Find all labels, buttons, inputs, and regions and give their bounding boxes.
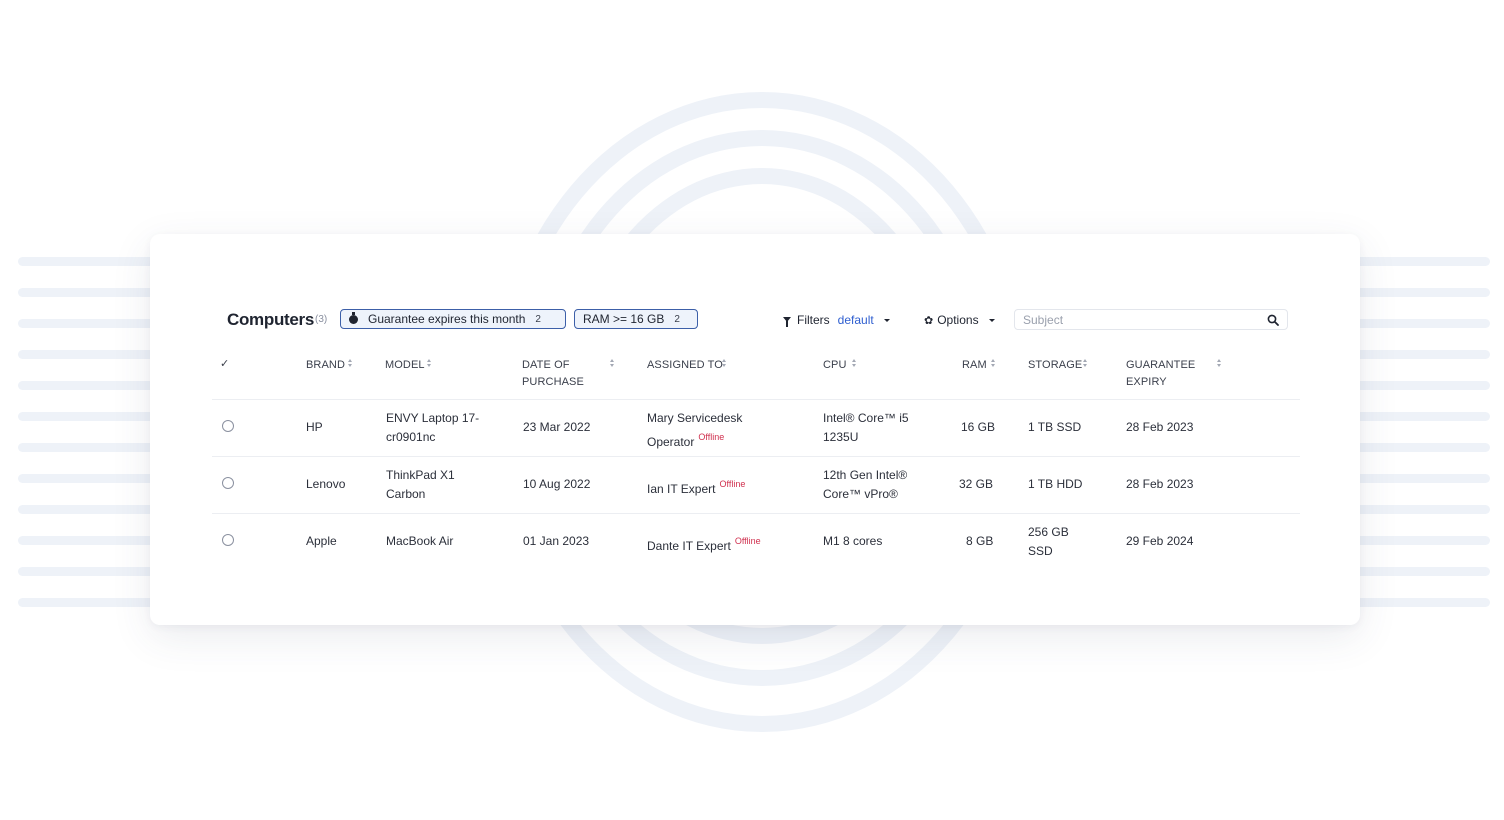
cell-brand: HP xyxy=(306,420,323,434)
cell-storage: 1 TB SSD xyxy=(1028,420,1082,434)
sort-icon[interactable] xyxy=(1217,359,1223,369)
cell-ram: 32 GB xyxy=(959,477,994,491)
status-badge: Offline xyxy=(698,432,725,442)
row-checkbox[interactable] xyxy=(222,534,234,546)
cell-ram: 8 GB xyxy=(966,534,994,548)
cell-line: Core™ vPro® xyxy=(823,487,898,501)
filters-label: Filters xyxy=(797,313,830,327)
chip-count: 2 xyxy=(674,313,680,325)
row-checkbox[interactable] xyxy=(222,477,234,489)
status-badge: Offline xyxy=(719,479,746,489)
cell-line: ThinkPad X1 xyxy=(386,468,455,482)
cell-line: Operator xyxy=(647,435,695,449)
sort-icon[interactable] xyxy=(348,359,354,369)
cell-line: Intel® Core™ i5 xyxy=(823,411,909,425)
table-header: ✓ BRAND MODEL DATE OF PURCHASE ASSIGNED … xyxy=(212,347,1300,400)
column-header-cpu[interactable]: CPU xyxy=(823,357,847,374)
cell-ram: 16 GB xyxy=(961,420,996,434)
computers-table: ✓ BRAND MODEL DATE OF PURCHASE ASSIGNED … xyxy=(212,347,1300,570)
filters-value: default xyxy=(837,313,874,327)
table-row[interactable]: Apple MacBook Air 01 Jan 2023 Dante IT E… xyxy=(212,514,1300,570)
cell-line: cr0901nc xyxy=(386,430,436,444)
cell-storage: 256 GB SSD xyxy=(1028,523,1069,561)
funnel-icon xyxy=(783,316,791,327)
chevron-down-icon xyxy=(883,318,890,322)
cell-model: MacBook Air xyxy=(386,534,454,548)
result-count: (3) xyxy=(315,314,328,325)
column-header-brand[interactable]: BRAND xyxy=(306,357,345,374)
cell-line: Mary Servicedesk xyxy=(647,411,743,425)
page-title: Computers xyxy=(227,310,315,329)
column-header-ram[interactable]: RAM xyxy=(962,357,987,374)
cell-model: ThinkPad X1 Carbon xyxy=(386,466,455,504)
chip-label: RAM >= 16 GB xyxy=(583,312,665,326)
column-header-line: EXPIRY xyxy=(1126,376,1167,388)
cell-line: Ian IT Expert xyxy=(647,482,716,496)
column-header-line: GUARANTEE xyxy=(1126,359,1196,371)
search-box xyxy=(1014,309,1288,330)
column-header-guarantee-expiry[interactable]: GUARANTEE EXPIRY xyxy=(1126,357,1195,391)
column-header-line: DATE OF xyxy=(522,359,570,371)
cell-brand: Lenovo xyxy=(306,477,346,491)
cell-assigned-to[interactable]: Dante IT Expert Offline xyxy=(647,532,761,556)
cell-guarantee-expiry: 28 Feb 2023 xyxy=(1126,420,1194,434)
cell-model: ENVY Laptop 17- cr0901nc xyxy=(386,409,479,447)
cell-guarantee-expiry: 29 Feb 2024 xyxy=(1126,534,1194,548)
column-header-assigned-to[interactable]: ASSIGNED TO xyxy=(647,357,723,374)
column-header-line: PURCHASE xyxy=(522,376,584,388)
cell-line: SSD xyxy=(1028,544,1053,558)
sort-icon[interactable] xyxy=(991,359,997,369)
table-row[interactable]: Lenovo ThinkPad X1 Carbon 10 Aug 2022 Ia… xyxy=(212,457,1300,514)
status-badge: Offline xyxy=(734,536,761,546)
table-row[interactable]: HP ENVY Laptop 17- cr0901nc 23 Mar 2022 … xyxy=(212,400,1300,457)
cell-assigned-to[interactable]: Ian IT Expert Offline xyxy=(647,475,745,499)
options-label: Options xyxy=(937,313,979,327)
search-input[interactable] xyxy=(1015,310,1271,329)
column-header-storage[interactable]: STORAGE xyxy=(1028,357,1082,374)
sort-icon[interactable] xyxy=(1083,359,1089,369)
column-header-date-of-purchase[interactable]: DATE OF PURCHASE xyxy=(522,357,584,391)
computers-panel: Computers (3) Guarantee expires this mon… xyxy=(150,234,1360,625)
cell-cpu: 12th Gen Intel® Core™ vPro® xyxy=(823,466,907,504)
chevron-down-icon xyxy=(988,318,995,322)
sort-icon[interactable] xyxy=(722,359,728,369)
chip-ram-filter[interactable]: RAM >= 16 GB 2 xyxy=(574,309,698,329)
cell-line: Dante IT Expert xyxy=(647,539,731,553)
cell-line: 1235U xyxy=(823,430,859,444)
sort-icon[interactable] xyxy=(852,359,858,369)
sort-icon[interactable] xyxy=(610,359,616,369)
cell-line: ENVY Laptop 17- xyxy=(386,411,480,425)
cell-date-of-purchase: 10 Aug 2022 xyxy=(523,477,591,491)
cell-cpu: Intel® Core™ i5 1235U xyxy=(823,409,909,447)
filters-dropdown[interactable]: Filters default xyxy=(783,309,890,331)
cell-brand: Apple xyxy=(306,534,337,548)
row-checkbox[interactable] xyxy=(222,420,234,432)
options-dropdown[interactable]: ✿ Options xyxy=(924,309,995,331)
cell-assigned-to[interactable]: Mary Servicedesk Operator Offline xyxy=(647,409,742,452)
gear-icon: ✿ xyxy=(924,314,934,327)
cell-date-of-purchase: 23 Mar 2022 xyxy=(523,420,591,434)
toolbar: Computers (3) Guarantee expires this mon… xyxy=(227,307,1289,333)
chip-guarantee-expires[interactable]: Guarantee expires this month 2 xyxy=(340,309,566,329)
cell-storage: 1 TB HDD xyxy=(1028,477,1083,491)
stopwatch-icon xyxy=(349,311,358,324)
cell-line: Carbon xyxy=(386,487,426,501)
chip-label: Guarantee expires this month xyxy=(368,312,526,326)
search-icon[interactable] xyxy=(1267,314,1279,326)
select-all-checkmark[interactable]: ✓ xyxy=(220,357,229,370)
cell-cpu: M1 8 cores xyxy=(823,534,883,548)
chip-count: 2 xyxy=(535,313,541,325)
column-header-model[interactable]: MODEL xyxy=(385,357,425,374)
cell-date-of-purchase: 01 Jan 2023 xyxy=(523,534,590,548)
cell-line: 12th Gen Intel® xyxy=(823,468,908,482)
cell-line: 256 GB xyxy=(1028,525,1069,539)
cell-guarantee-expiry: 28 Feb 2023 xyxy=(1126,477,1194,491)
sort-icon[interactable] xyxy=(427,359,433,369)
